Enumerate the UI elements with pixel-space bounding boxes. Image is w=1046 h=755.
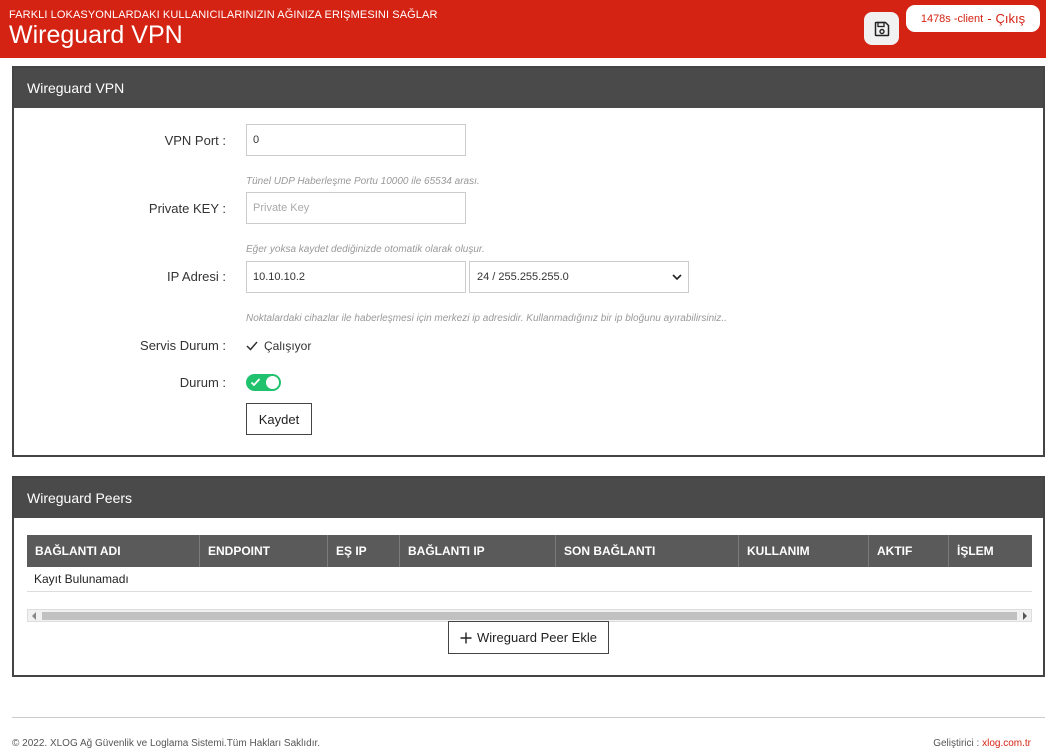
private-key-hint: Eğer yoksa kaydet dediğinizde otomatik o… <box>246 244 485 255</box>
copyright-text: © 2022. XLOG Ağ Güvenlik ve Loglama Sist… <box>12 738 321 749</box>
scroll-right-icon[interactable] <box>1023 612 1027 620</box>
private-key-input[interactable]: Private Key <box>246 192 466 224</box>
check-icon <box>246 341 258 351</box>
wireguard-vpn-panel: Wireguard VPN VPN Port : 0 Tünel UDP Hab… <box>12 66 1045 457</box>
state-label: Durum : <box>179 375 226 390</box>
plus-icon <box>460 632 472 643</box>
column-header[interactable]: EŞ IP <box>328 535 400 567</box>
subnet-mask-value: 24 / 255.255.255.0 <box>477 271 569 283</box>
service-status-value: Çalışıyor <box>264 339 312 353</box>
vpn-port-label: VPN Port : <box>164 133 226 148</box>
peers-panel-title: Wireguard Peers <box>14 478 1043 518</box>
service-status: Çalışıyor <box>246 339 311 353</box>
chevron-down-icon <box>672 273 682 280</box>
developer-link[interactable]: xlog.com.tr <box>982 738 1031 749</box>
user-menu: 1478s -client - Çıkış <box>906 5 1040 32</box>
vpn-port-input[interactable]: 0 <box>246 124 466 156</box>
scroll-thumb[interactable] <box>42 612 1017 620</box>
ip-address-input[interactable]: 10.10.10.2 <box>246 261 466 293</box>
developer-label: Geliştirici : <box>933 738 980 749</box>
state-toggle[interactable] <box>246 374 281 391</box>
panel-title: Wireguard VPN <box>14 68 1043 108</box>
page-title: Wireguard VPN <box>9 21 183 49</box>
ip-address-label: IP Adresi : <box>166 269 226 284</box>
add-peer-button[interactable]: Wireguard Peer Ekle <box>448 621 609 654</box>
save-config-button[interactable] <box>864 12 899 45</box>
subnet-mask-select[interactable]: 24 / 255.255.255.0 <box>469 261 689 293</box>
logout-separator: - <box>987 11 992 26</box>
column-header[interactable]: KULLANIM <box>739 535 869 567</box>
column-header[interactable]: BAĞLANTI ADI <box>27 535 200 567</box>
vpn-port-hint: Tünel UDP Haberleşme Portu 10000 ile 655… <box>246 176 480 187</box>
empty-row: Kayıt Bulunamadı <box>27 567 1032 592</box>
save-icon <box>874 21 889 36</box>
column-header[interactable]: İŞLEM <box>949 535 1032 567</box>
private-key-label: Private KEY : <box>148 201 226 216</box>
column-header[interactable]: AKTIF <box>869 535 949 567</box>
developer-credit: Geliştirici : xlog.com.tr <box>933 738 1031 749</box>
save-button[interactable]: Kaydet <box>246 403 312 435</box>
add-peer-label: Wireguard Peer Ekle <box>477 630 597 645</box>
column-header[interactable]: ENDPOINT <box>200 535 328 567</box>
toggle-knob <box>266 376 279 389</box>
footer-divider <box>12 717 1045 718</box>
column-header[interactable]: SON BAĞLANTI <box>556 535 739 567</box>
service-status-label: Servis Durum : <box>140 338 226 353</box>
wireguard-peers-panel: Wireguard Peers BAĞLANTI ADI ENDPOINT EŞ… <box>12 476 1045 677</box>
ip-address-hint: Noktalardaki cihazlar ile haberleşmesi i… <box>246 313 727 324</box>
column-header[interactable]: BAĞLANTI IP <box>400 535 556 567</box>
page-subtitle: FARKLI LOKASYONLARDAKI KULLANICILARINIZI… <box>9 9 438 21</box>
peers-table-header: BAĞLANTI ADI ENDPOINT EŞ IP BAĞLANTI IP … <box>27 535 1032 567</box>
user-name: 1478s -client <box>920 12 984 25</box>
toggle-check-icon <box>250 378 261 387</box>
logout-link[interactable]: Çıkış <box>996 11 1026 26</box>
top-bar: FARKLI LOKASYONLARDAKI KULLANICILARINIZI… <box>0 0 1046 58</box>
scroll-left-icon[interactable] <box>32 612 36 620</box>
